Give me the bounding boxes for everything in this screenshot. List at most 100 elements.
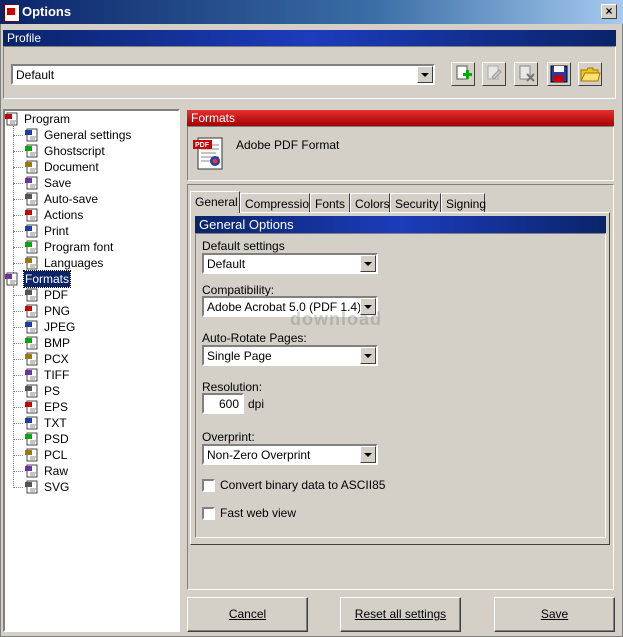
tree-item-label: EPS [44,400,69,414]
tree-line [13,359,23,360]
chevron-down-icon[interactable] [360,347,376,364]
tree-line [13,471,23,472]
ascii85-checkbox[interactable] [202,479,215,492]
pdf-icon [25,288,39,302]
tree-line [13,135,23,136]
png-icon [25,304,39,318]
tree-item-label: PSD [44,432,69,446]
tree-item[interactable]: Actions [5,207,175,223]
tree-line [13,199,23,200]
save-profile-icon [550,65,568,83]
chevron-down-icon[interactable] [360,255,376,272]
tree-item-label: PCX [44,352,69,366]
tree-item-label: PCL [44,448,68,462]
tree-item[interactable]: Languages [5,255,175,271]
tree-item[interactable]: TIFF [5,367,175,383]
tab-general[interactable]: General [190,191,240,213]
chevron-down-icon[interactable] [417,66,433,83]
eps-icon [25,400,39,414]
tree-line [13,151,23,152]
tree-item[interactable]: SVG [5,479,175,495]
tree-item-label: Print [44,224,69,238]
save-button[interactable]: Save [494,597,615,632]
rename-profile-button[interactable] [482,62,506,86]
watermark: download [290,309,382,329]
tab-signing[interactable]: Signing [441,193,486,213]
tree-item-label: PS [44,384,61,398]
tree-item-label: TXT [44,416,67,430]
tree-item[interactable]: Program font [5,239,175,255]
tree-item[interactable]: PCL [5,447,175,463]
tab-compression[interactable]: Compression [240,193,316,213]
tab-security[interactable]: Security [390,193,441,213]
tree-item[interactable]: Formats [5,270,175,288]
autorotate-value: Single Page [207,349,272,363]
overprint-value: Non-Zero Overprint [207,448,311,462]
ps-icon [25,384,39,398]
tree-item-label: Program [24,112,71,126]
save-profile-button[interactable] [547,62,571,86]
tab-colors[interactable]: Colors [350,193,390,213]
tree-line [13,183,23,184]
profile-select-value: Default [16,68,55,82]
tree-item-label: TIFF [44,368,70,382]
tree-item[interactable]: BMP [5,335,175,351]
tree-item-label: Actions [44,208,84,222]
tree-item[interactable]: Print [5,223,175,239]
tree-item[interactable]: Auto-save [5,191,175,207]
autorotate-select[interactable]: Single Page [202,345,378,366]
rename-profile-icon [487,65,502,80]
profile-select[interactable]: Default [11,64,435,85]
reset-all-settings-button[interactable]: Reset all settings [340,597,461,632]
tree-item[interactable]: Document [5,159,175,175]
fast-web-view-checkbox[interactable] [202,507,215,520]
tree-item[interactable]: Raw [5,463,175,479]
tree-item[interactable]: PCX [5,351,175,367]
txt-icon [25,416,39,430]
add-profile-button[interactable] [451,62,475,86]
tree-item[interactable]: General settings [5,127,175,143]
resolution-input[interactable]: 600 [202,393,244,414]
default-settings-select[interactable]: Default [202,253,378,274]
tree-item[interactable]: Program [5,111,175,127]
pcl-icon [25,448,39,462]
tree-item[interactable]: PS [5,383,175,399]
tree-item[interactable]: PNG [5,303,175,319]
tree-item[interactable]: TXT [5,415,175,431]
tree-item[interactable]: JPEG [5,319,175,335]
profile-header: Profile [3,30,616,46]
tree-line [13,167,23,168]
tree-line [13,327,23,328]
tree-item[interactable]: PDF [5,287,175,303]
tree-line [13,263,23,264]
formats-icon [5,272,19,286]
delete-profile-button[interactable] [514,62,538,86]
tree-item-label: PDF [44,288,68,302]
tree-item[interactable]: PSD [5,431,175,447]
tree-item[interactable]: Ghostscript [5,143,175,159]
cancel-button[interactable]: Cancel [187,597,308,632]
tiff-icon [25,368,39,382]
open-profile-icon [580,67,601,82]
chevron-down-icon[interactable] [360,446,376,463]
compatibility-label: Compatibility: [202,283,275,297]
tree-item-label: Raw [44,464,69,478]
tab-fonts[interactable]: Fonts [310,193,350,213]
app-icon [4,4,20,22]
actions-icon [25,208,39,222]
tree-item-label: JPEG [44,320,76,334]
tree-line [13,487,23,488]
tree-item[interactable]: EPS [5,399,175,415]
window-title: Options [22,4,72,19]
tree-item-label: PNG [44,304,71,318]
svg-icon [25,480,39,494]
tree-item[interactable]: Save [5,175,175,191]
overprint-label: Overprint: [202,430,255,444]
general-settings-icon [25,128,39,142]
ghostscript-icon [25,144,39,158]
tree-item-label: SVG [44,480,70,494]
open-profile-button[interactable] [578,62,602,86]
tree-line [13,247,23,248]
close-button[interactable]: × [601,4,617,19]
overprint-select[interactable]: Non-Zero Overprint [202,444,378,465]
